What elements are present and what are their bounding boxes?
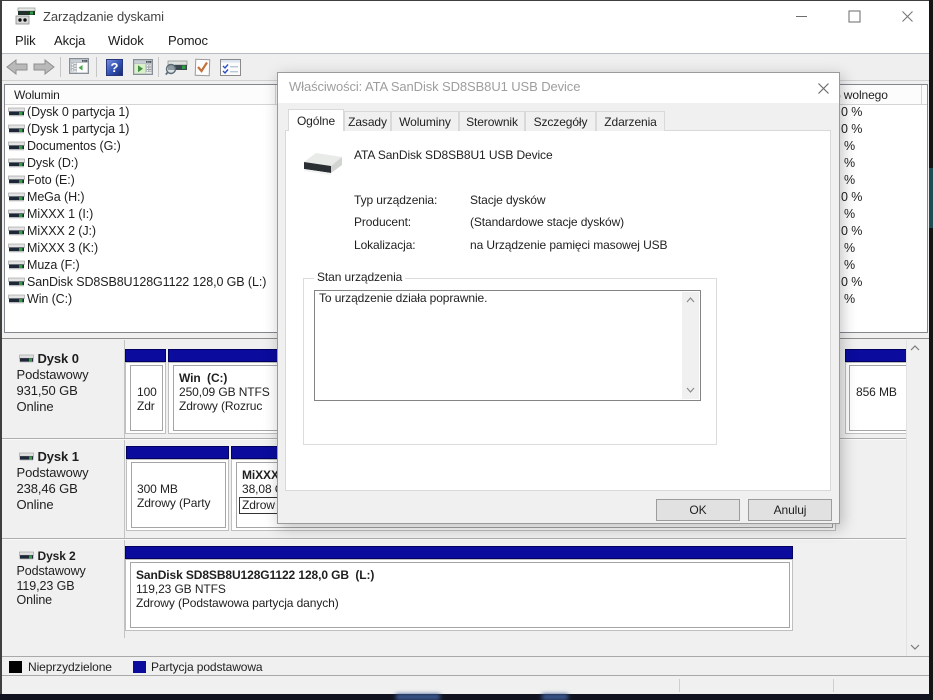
svg-text:?: ?	[111, 60, 119, 75]
